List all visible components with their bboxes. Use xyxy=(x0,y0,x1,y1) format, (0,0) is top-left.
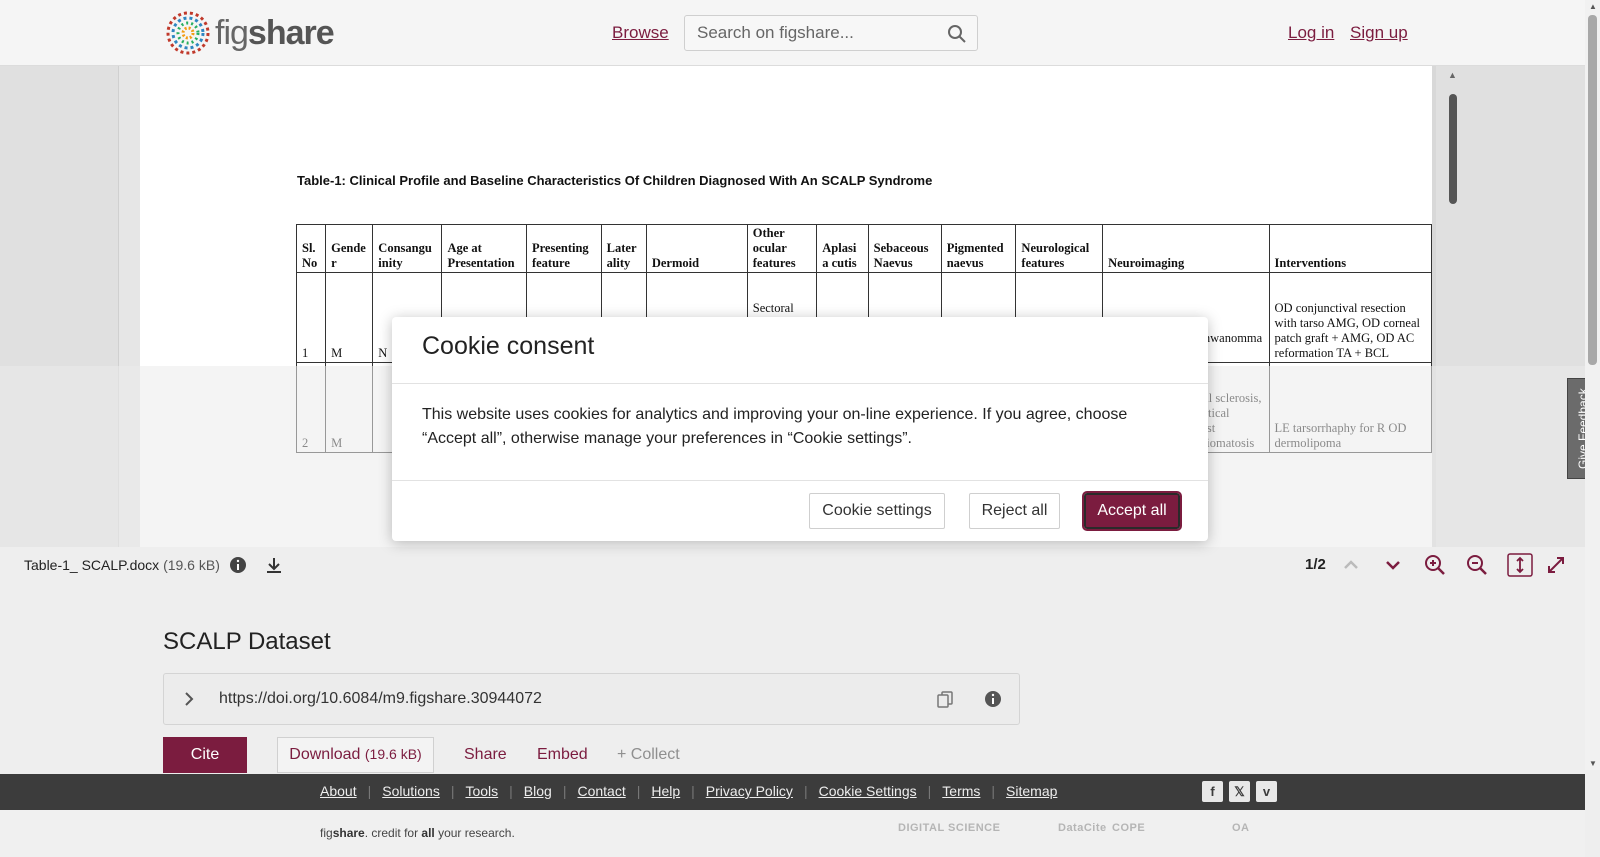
divider xyxy=(392,383,1208,384)
footer-links: About | Solutions | Tools | Blog | Contact | Help |… xyxy=(320,783,1057,799)
share-link[interactable]: Share xyxy=(464,746,507,764)
table-cell: 1 xyxy=(295,272,327,363)
dataset-title: SCALP Dataset xyxy=(163,628,331,655)
footer-link-cookie-settings[interactable]: Cookie Settings xyxy=(819,783,917,799)
fullscreen-icon[interactable] xyxy=(1545,554,1567,576)
table-header-cell: Gende r xyxy=(325,224,374,273)
zoom-out-icon[interactable] xyxy=(1466,554,1488,576)
info-icon[interactable] xyxy=(229,556,247,574)
search-icon[interactable] xyxy=(947,24,967,44)
browse-link[interactable]: Browse xyxy=(612,23,669,43)
page-scroll-thumb[interactable] xyxy=(1588,15,1597,365)
table-header-cell: Neurological features xyxy=(1015,224,1104,273)
table-header-cell: Sl. No xyxy=(295,224,327,273)
footer-separator: | xyxy=(509,783,513,799)
footer-link-about[interactable]: About xyxy=(320,783,357,799)
table-header-cell: Sebaceous Naevus xyxy=(867,224,942,273)
footer-tagline: figshare. credit for all your research. xyxy=(320,826,515,840)
embed-link[interactable]: Embed xyxy=(537,746,588,764)
table-header-cell: Consangu inity xyxy=(372,224,443,273)
search-box[interactable] xyxy=(684,15,978,51)
cookie-settings-button[interactable]: Cookie settings xyxy=(809,493,945,529)
footer-link-contact[interactable]: Contact xyxy=(577,783,625,799)
table-header-cell: Interventions xyxy=(1268,224,1432,273)
footer-separator: | xyxy=(562,783,567,799)
figshare-logo-icon xyxy=(166,11,210,55)
table-header-cell: Dermoid xyxy=(645,224,748,273)
doi-info-icon[interactable] xyxy=(984,690,1002,708)
footer-link-sitemap[interactable]: Sitemap xyxy=(1006,783,1057,799)
footer-link-solutions[interactable]: Solutions xyxy=(382,783,440,799)
digital-science-logo[interactable]: DIGITAL SCIENCE xyxy=(898,822,1000,834)
footer-link-blog[interactable]: Blog xyxy=(524,783,552,799)
page-scrollbar[interactable]: ▲ ▼ xyxy=(1585,0,1600,770)
open-access-logo[interactable]: OA xyxy=(1232,822,1250,834)
file-name: Table-1_ SCALP.docx (19.6 kB) xyxy=(24,557,220,573)
doi-box: https://doi.org/10.6084/m9.figshare.3094… xyxy=(163,673,1020,725)
footer-separator: | xyxy=(367,783,372,799)
footer-separator: | xyxy=(636,783,641,799)
next-page-icon[interactable] xyxy=(1382,554,1404,576)
download-button[interactable]: Download (19.6 kB) xyxy=(277,737,434,773)
reject-all-button[interactable]: Reject all xyxy=(969,493,1060,529)
file-toolbar: Table-1_ SCALP.docx (19.6 kB) 1/2 xyxy=(0,547,1585,583)
cookie-consent-dialog: Cookie consent This website uses cookies… xyxy=(392,317,1208,541)
footer-link-help[interactable]: Help xyxy=(651,783,680,799)
table-header-cell: Neuroimaging xyxy=(1102,224,1270,273)
footer-nav: About | Solutions | Tools | Blog | Contact | Help |… xyxy=(0,774,1585,810)
table-header-cell: Presenting feature xyxy=(525,224,602,273)
viewer-scroll-thumb[interactable] xyxy=(1449,94,1457,204)
cookie-message: This website uses cookies for analytics … xyxy=(422,406,1128,447)
copy-icon[interactable] xyxy=(936,690,954,708)
footer-separator: | xyxy=(927,783,932,799)
table-header-cell: Age at Presentation xyxy=(441,224,527,273)
table-title: Table-1: Clinical Profile and Baseline C… xyxy=(297,173,933,188)
table-header-row: Sl. No Gende r Consangu inity Age at Presen… xyxy=(295,224,1432,273)
footer-separator: | xyxy=(450,783,455,799)
doi-link[interactable]: https://doi.org/10.6084/m9.figshare.3094… xyxy=(219,690,542,708)
table-header-cell: Later ality xyxy=(600,224,647,273)
table-header-cell: Other ocular features xyxy=(746,224,818,273)
scroll-up-icon[interactable]: ▲ xyxy=(1448,70,1457,80)
cite-button[interactable]: Cite xyxy=(163,737,247,773)
zoom-in-icon[interactable] xyxy=(1424,554,1446,576)
table-cell: M xyxy=(325,272,374,363)
facebook-icon[interactable]: f xyxy=(1202,781,1223,802)
site-header: figshare Browse Log in Sign up xyxy=(0,0,1585,66)
signup-link[interactable]: Sign up xyxy=(1350,23,1408,43)
datacite-logo[interactable]: DataCite xyxy=(1058,822,1107,834)
footer-link-terms[interactable]: Terms xyxy=(942,783,980,799)
cookie-title: Cookie consent xyxy=(422,332,595,360)
x-twitter-icon[interactable]: 𝕏 xyxy=(1229,781,1250,802)
table-header-cell: Pigmented naevus xyxy=(940,224,1017,273)
footer-link-tools[interactable]: Tools xyxy=(465,783,498,799)
collect-link[interactable]: + Collect xyxy=(617,746,680,764)
figshare-logo[interactable]: figshare xyxy=(163,8,335,58)
table-cell: OD conjunctival resection with tarso AMG… xyxy=(1268,272,1432,363)
page-scroll-up-icon[interactable]: ▲ xyxy=(1589,2,1597,11)
social-links: f 𝕏 v xyxy=(1202,781,1277,802)
page-scroll-down-icon[interactable]: ▼ xyxy=(1589,759,1597,768)
footer-link-privacy-policy[interactable]: Privacy Policy xyxy=(706,783,793,799)
login-link[interactable]: Log in xyxy=(1288,23,1334,43)
search-input[interactable] xyxy=(697,16,937,50)
divider xyxy=(392,480,1208,481)
download-icon[interactable] xyxy=(265,556,283,574)
footer-bottom: figshare. credit for all your research. … xyxy=(0,810,1585,857)
footer-separator: | xyxy=(991,783,996,799)
fit-height-icon[interactable] xyxy=(1507,553,1533,577)
chevron-right-icon[interactable] xyxy=(180,690,198,708)
page-counter: 1/2 xyxy=(1305,556,1326,573)
accept-all-button[interactable]: Accept all xyxy=(1082,491,1182,531)
file-size: (19.6 kB) xyxy=(163,557,220,573)
table-header-cell: Aplasi a cutis xyxy=(816,224,869,273)
vimeo-icon[interactable]: v xyxy=(1256,781,1277,802)
footer-separator: | xyxy=(803,783,808,799)
footer-separator: | xyxy=(691,783,695,799)
previous-page-icon[interactable] xyxy=(1340,554,1362,576)
logo-wordmark: figshare xyxy=(215,13,335,52)
cope-logo[interactable]: COPE xyxy=(1112,822,1145,834)
